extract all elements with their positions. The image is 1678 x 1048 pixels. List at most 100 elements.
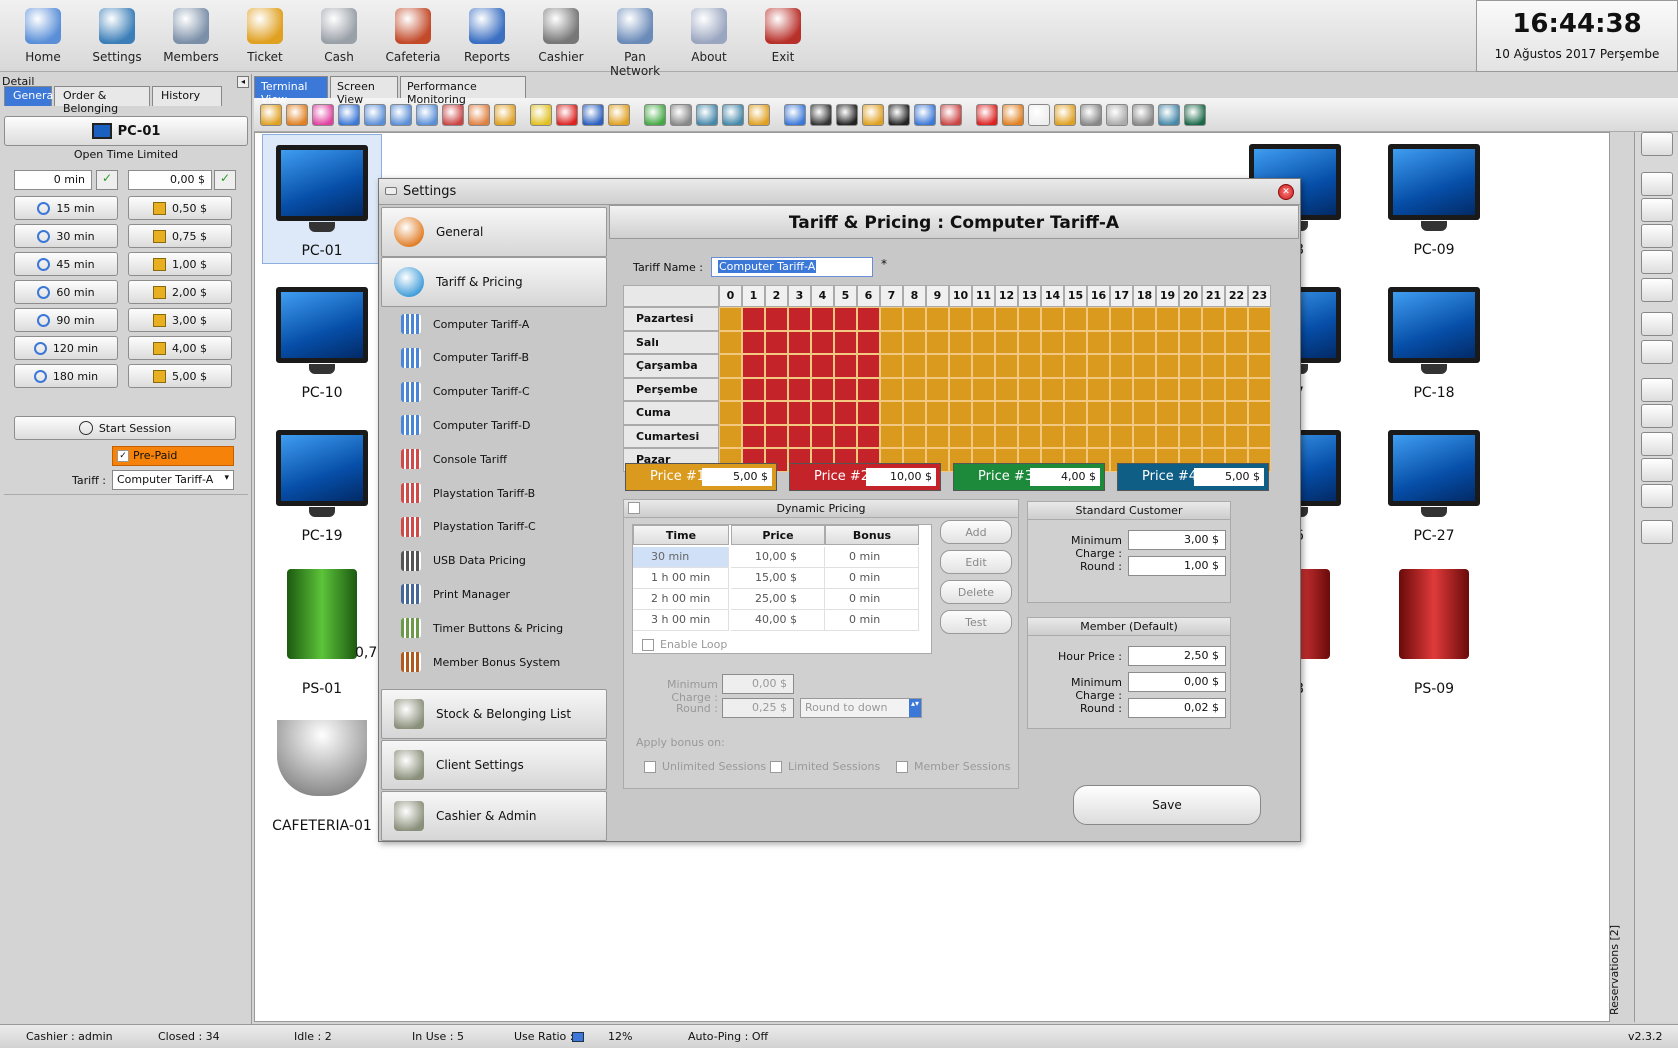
toolbar-tool-13-icon[interactable]: [608, 104, 630, 126]
toolbar-tool-30-icon[interactable]: [1080, 104, 1102, 126]
grid-cell[interactable]: [1041, 424, 1064, 448]
settings-nav-sub-6[interactable]: Playstation Tariff-C: [401, 516, 536, 538]
dyn-cell[interactable]: 10,00 $: [731, 547, 825, 568]
dyn-cell[interactable]: 25,00 $: [731, 589, 825, 610]
grid-cell[interactable]: [1110, 307, 1133, 331]
toolbar-tool-29-icon[interactable]: [1054, 104, 1076, 126]
toolbar-tool-27-icon[interactable]: [1002, 104, 1024, 126]
grid-cell[interactable]: [903, 377, 926, 401]
money-button-6[interactable]: 5,00 $: [128, 364, 232, 388]
dyn-cell[interactable]: 40,00 $: [731, 610, 825, 631]
grid-cell[interactable]: [765, 307, 788, 331]
grid-cell[interactable]: [1087, 307, 1110, 331]
dyn-cell[interactable]: 0 min: [825, 610, 919, 631]
toolbar-tool-9-icon[interactable]: [494, 104, 516, 126]
dyn-add-button[interactable]: Add: [940, 520, 1012, 544]
toolbar-tool-28-icon[interactable]: [1028, 104, 1050, 126]
grid-cell[interactable]: [903, 307, 926, 331]
confirm-money-icon[interactable]: ✓: [214, 170, 236, 190]
grid-cell[interactable]: [1156, 307, 1179, 331]
toolbar-cash-button[interactable]: Cash: [302, 6, 376, 68]
grid-cell[interactable]: [834, 354, 857, 378]
settings-nav-sub-2[interactable]: Computer Tariff-C: [401, 381, 530, 403]
toolbar-members-button[interactable]: Members: [154, 6, 228, 68]
sidebar-tool-11-icon[interactable]: [1641, 458, 1673, 482]
grid-cell[interactable]: [1225, 330, 1248, 354]
toolbar-tool-4-icon[interactable]: [364, 104, 386, 126]
toolbar-settings-button[interactable]: Settings: [80, 6, 154, 68]
grid-cell[interactable]: [1110, 377, 1133, 401]
grid-cell[interactable]: [719, 401, 742, 425]
grid-cell[interactable]: [880, 401, 903, 425]
dyn-cell[interactable]: 2 h 00 min: [633, 589, 729, 610]
time-button-3[interactable]: 60 min: [14, 280, 118, 304]
grid-cell[interactable]: [742, 424, 765, 448]
grid-cell[interactable]: [719, 354, 742, 378]
time-button-1[interactable]: 30 min: [14, 224, 118, 248]
time-button-2[interactable]: 45 min: [14, 252, 118, 276]
grid-cell[interactable]: [834, 424, 857, 448]
dyn-cell[interactable]: 0 min: [825, 547, 919, 568]
grid-cell[interactable]: [1248, 377, 1271, 401]
grid-cell[interactable]: [1087, 424, 1110, 448]
grid-cell[interactable]: [949, 330, 972, 354]
mem-min-charge-input[interactable]: 0,00 $: [1128, 672, 1226, 692]
grid-cell[interactable]: [811, 377, 834, 401]
collapse-icon[interactable]: ◂: [237, 76, 249, 88]
grid-cell[interactable]: [995, 377, 1018, 401]
toolbar-tool-11-icon[interactable]: [556, 104, 578, 126]
toolbar-tool-17-icon[interactable]: [722, 104, 744, 126]
grid-cell[interactable]: [857, 401, 880, 425]
terminal-cafeteria-01[interactable]: CAFETERIA-01: [262, 706, 382, 836]
grid-cell[interactable]: [1156, 330, 1179, 354]
grid-cell[interactable]: [1202, 307, 1225, 331]
dyn-cell[interactable]: 15,00 $: [731, 568, 825, 589]
grid-cell[interactable]: [926, 424, 949, 448]
toolbar-cafeteria-button[interactable]: Cafeteria: [376, 6, 450, 68]
enable-loop-checkbox[interactable]: Enable Loop: [642, 638, 727, 651]
toolbar-tool-32-icon[interactable]: [1132, 104, 1154, 126]
grid-cell[interactable]: [834, 401, 857, 425]
time-input[interactable]: 0 min: [14, 170, 92, 190]
grid-cell[interactable]: [1133, 401, 1156, 425]
grid-cell[interactable]: [1202, 424, 1225, 448]
grid-cell[interactable]: [1156, 354, 1179, 378]
toolbar-tool-19-icon[interactable]: [784, 104, 806, 126]
grid-cell[interactable]: [1202, 377, 1225, 401]
settings-nav-0[interactable]: General: [381, 207, 607, 257]
grid-cell[interactable]: [765, 377, 788, 401]
dyn-edit-button[interactable]: Edit: [940, 550, 1012, 574]
settings-nav-sub-1[interactable]: Computer Tariff-B: [401, 347, 529, 369]
sidebar-tool-9-icon[interactable]: [1641, 404, 1673, 428]
grid-cell[interactable]: [1018, 424, 1041, 448]
grid-cell[interactable]: [995, 401, 1018, 425]
grid-cell[interactable]: [1018, 401, 1041, 425]
grid-cell[interactable]: [834, 307, 857, 331]
grid-cell[interactable]: [1202, 401, 1225, 425]
grid-cell[interactable]: [857, 330, 880, 354]
grid-cell[interactable]: [857, 424, 880, 448]
grid-cell[interactable]: [1064, 307, 1087, 331]
settings-nav-sub-3[interactable]: Computer Tariff-D: [401, 414, 530, 436]
toolbar-exit-button[interactable]: Exit: [746, 6, 820, 68]
dyn-test-button[interactable]: Test: [940, 610, 1012, 634]
grid-cell[interactable]: [949, 401, 972, 425]
grid-cell[interactable]: [1064, 330, 1087, 354]
grid-cell[interactable]: [765, 354, 788, 378]
grid-cell[interactable]: [926, 354, 949, 378]
grid-cell[interactable]: [765, 401, 788, 425]
grid-cell[interactable]: [1041, 377, 1064, 401]
money-input[interactable]: 0,00 $: [128, 170, 212, 190]
grid-cell[interactable]: [1064, 401, 1087, 425]
sidebar-tool-0-icon[interactable]: [1641, 132, 1673, 156]
sidebar-tool-4-icon[interactable]: [1641, 250, 1673, 274]
grid-cell[interactable]: [1064, 377, 1087, 401]
grid-cell[interactable]: [972, 354, 995, 378]
grid-cell[interactable]: [903, 354, 926, 378]
pc-name-button[interactable]: PC-01: [4, 116, 248, 146]
grid-cell[interactable]: [1179, 377, 1202, 401]
money-button-1[interactable]: 0,75 $: [128, 224, 232, 248]
sidebar-tool-12-icon[interactable]: [1641, 484, 1673, 508]
toolbar-tool-8-icon[interactable]: [468, 104, 490, 126]
grid-cell[interactable]: [788, 424, 811, 448]
